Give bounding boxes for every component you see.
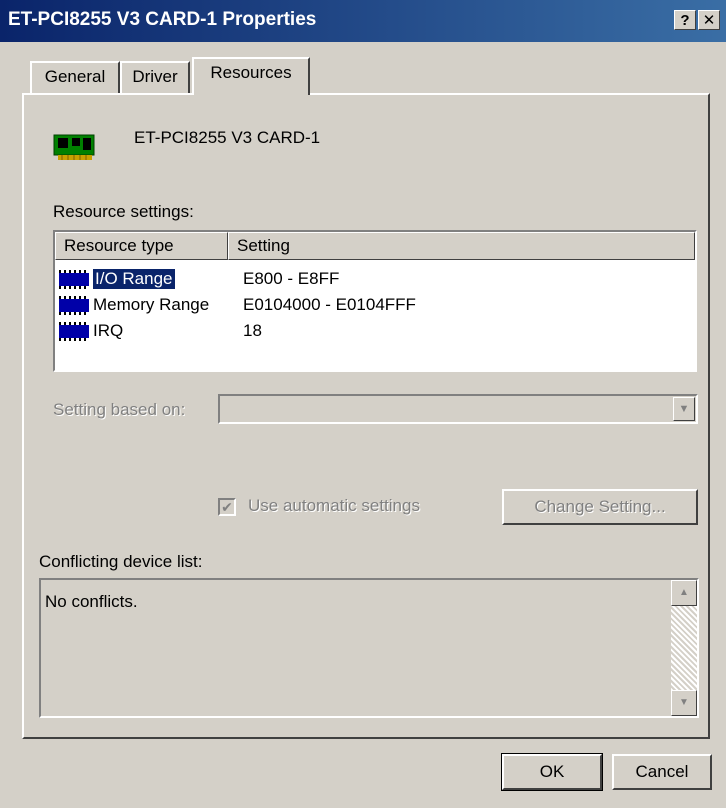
conflicts-text: No conflicts. <box>45 592 138 611</box>
tab-general-label: General <box>44 67 106 86</box>
pci-card-icon <box>53 134 95 160</box>
close-button[interactable]: ✕ <box>698 10 720 30</box>
memory-chip-icon <box>59 270 89 289</box>
use-automatic-settings-label: Use automatic settings <box>248 496 420 515</box>
resource-setting: E800 - E8FF <box>243 269 340 288</box>
device-name: ET-PCI8255 V3 CARD-1 <box>134 128 321 147</box>
resource-type: I/O Range <box>92 268 176 290</box>
memory-chip-icon <box>59 322 89 341</box>
ok-button[interactable]: OK <box>501 753 603 791</box>
tab-driver-label: Driver <box>132 67 178 86</box>
tab-general[interactable]: General <box>30 61 120 93</box>
resource-row[interactable]: Memory Range E0104000 - E0104FFF <box>55 292 695 318</box>
resource-settings-label: Resource settings: <box>53 202 194 221</box>
help-button[interactable]: ? <box>674 10 696 30</box>
column-setting[interactable]: Setting <box>228 232 695 260</box>
column-resource-type-label: Resource type <box>64 236 174 255</box>
resource-type: Memory Range <box>93 295 210 314</box>
resource-row[interactable]: IRQ 18 <box>55 318 695 344</box>
conflicting-device-list-label: Conflicting device list: <box>39 552 203 571</box>
tab-resources-label: Resources <box>210 63 292 82</box>
title-bar[interactable]: ET-PCI8255 V3 CARD-1 Properties ? ✕ <box>0 0 726 42</box>
window-title: ET-PCI8255 V3 CARD-1 Properties <box>8 9 317 30</box>
change-setting-label: Change Setting... <box>534 497 666 516</box>
ok-label: OK <box>539 762 565 781</box>
resource-row[interactable]: I/O Range E800 - E8FF <box>55 266 695 292</box>
conflicting-device-list[interactable]: No conflicts. ▲ ▼ <box>39 578 699 718</box>
cancel-button[interactable]: Cancel <box>612 754 712 790</box>
resource-list[interactable]: Resource type Setting I/O Range E800 - E… <box>53 230 697 372</box>
column-setting-label: Setting <box>237 236 290 255</box>
resource-setting: E0104000 - E0104FFF <box>243 295 416 314</box>
properties-dialog: ET-PCI8255 V3 CARD-1 Properties ? ✕ Gene… <box>0 0 726 808</box>
resource-type: IRQ <box>93 321 124 340</box>
vertical-scrollbar[interactable]: ▲ ▼ <box>671 580 697 716</box>
scroll-up-icon[interactable]: ▲ <box>671 580 697 606</box>
dropdown-arrow-icon[interactable]: ▼ <box>673 397 695 421</box>
column-resource-type[interactable]: Resource type <box>55 232 228 260</box>
setting-based-on-label: Setting based on: <box>53 400 186 419</box>
tab-resources[interactable]: Resources <box>192 57 310 95</box>
tab-driver[interactable]: Driver <box>120 61 190 93</box>
scroll-down-icon[interactable]: ▼ <box>671 690 697 716</box>
memory-chip-icon <box>59 296 89 315</box>
cancel-label: Cancel <box>635 762 689 781</box>
resource-setting: 18 <box>243 321 262 340</box>
setting-based-on-select[interactable]: ▼ <box>218 394 698 424</box>
change-setting-button[interactable]: Change Setting... <box>502 489 698 525</box>
use-automatic-settings-checkbox[interactable]: ✔ <box>218 498 236 516</box>
checkmark-icon: ✔ <box>221 499 233 515</box>
